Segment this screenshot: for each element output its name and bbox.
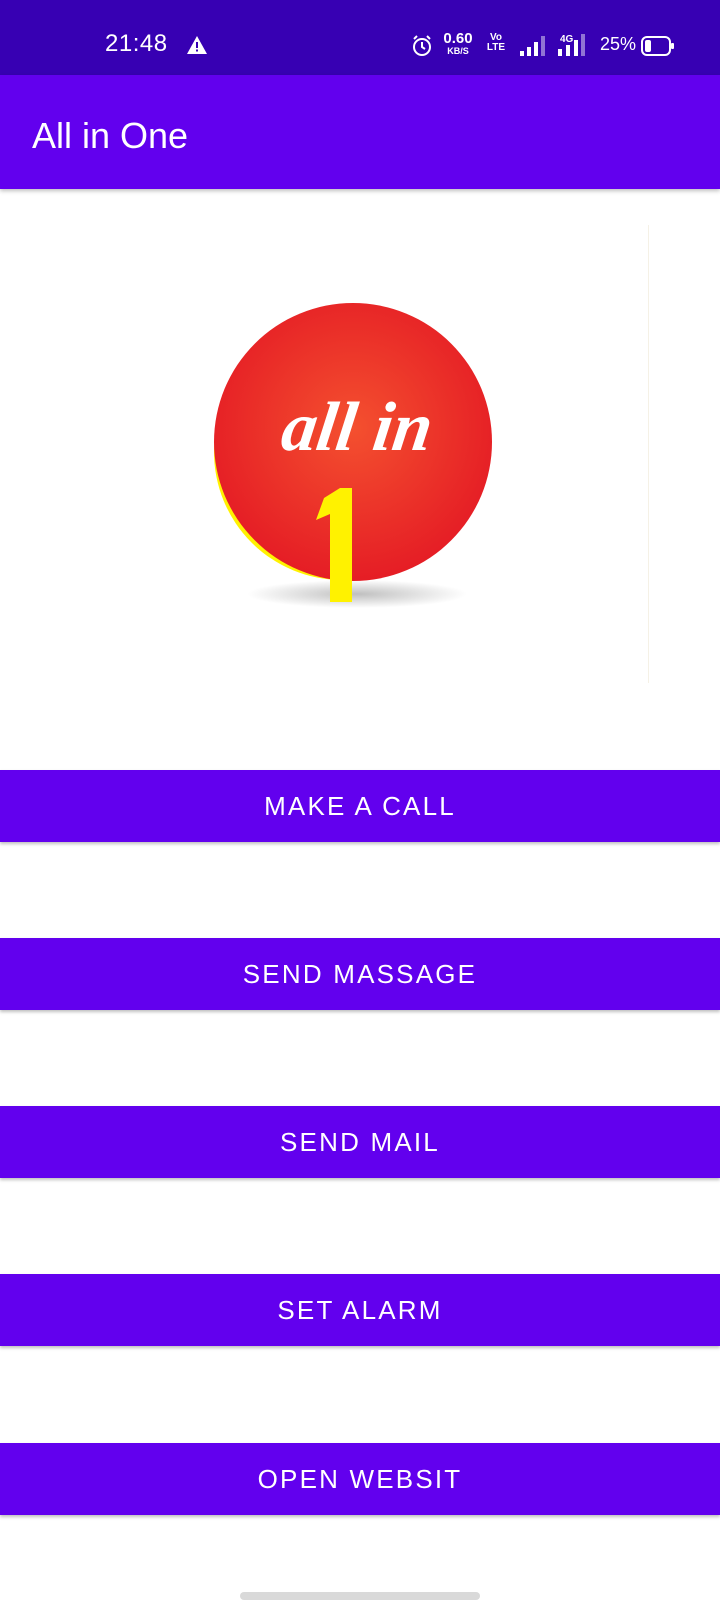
status-time: 21:48: [105, 30, 168, 57]
status-bar: 21:48 0.60 KB/S Vo LTE 4G 25%: [0, 0, 720, 75]
network-speed: 0.60 KB/S: [442, 31, 474, 56]
send-mail-button[interactable]: SEND MAIL: [0, 1106, 720, 1178]
speed-unit: KB/S: [447, 46, 469, 56]
set-alarm-button[interactable]: SET ALARM: [0, 1274, 720, 1346]
signal-icon: [520, 36, 545, 56]
logo-text: all in: [277, 388, 438, 466]
all-in-one-logo: all in: [214, 303, 492, 608]
speed-value: 0.60: [443, 30, 473, 47]
open-website-button[interactable]: OPEN WEBSIT: [0, 1443, 720, 1515]
network-type: 4G: [560, 34, 574, 45]
alarm-icon: [413, 35, 431, 56]
volte-indicator: Vo LTE: [483, 33, 509, 53]
make-call-button[interactable]: MAKE A CALL: [0, 770, 720, 842]
volte-bottom: LTE: [486, 42, 506, 53]
warning-icon: [187, 36, 207, 54]
image-edge: [648, 225, 649, 683]
battery-percent: 25%: [600, 34, 637, 54]
app-bar: All in One: [0, 75, 720, 189]
battery-icon: [641, 36, 674, 56]
gesture-nav-handle[interactable]: [240, 1592, 480, 1600]
send-message-button[interactable]: SEND MASSAGE: [0, 938, 720, 1010]
app-title: All in One: [32, 115, 189, 156]
